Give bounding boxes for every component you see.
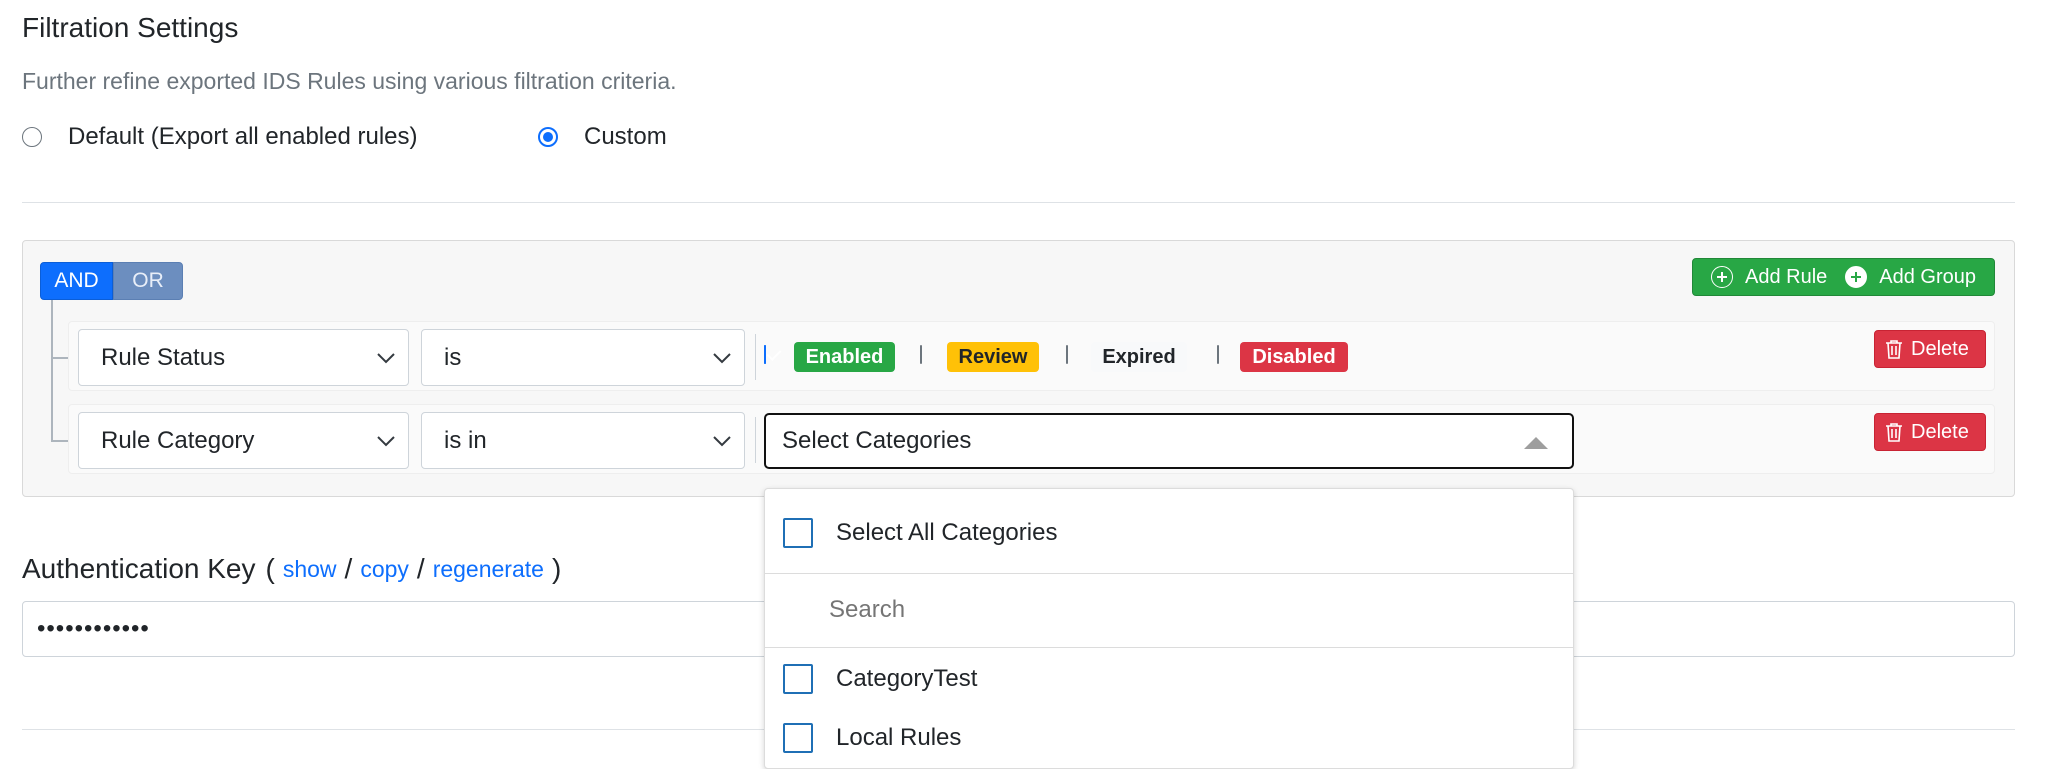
add-group-label: Add Group bbox=[1879, 265, 1977, 288]
conjunction-or-button[interactable]: OR bbox=[113, 262, 183, 300]
add-rule-button[interactable]: Add Rule bbox=[1711, 266, 1827, 289]
select-all-categories-option[interactable]: Select All Categories bbox=[765, 509, 1573, 557]
dropdown-divider bbox=[765, 573, 1573, 574]
tree-connector bbox=[51, 300, 53, 442]
auth-key-heading: Authentication Key ( show / copy / regen… bbox=[22, 553, 561, 585]
radio-default-export[interactable]: Default (Export all enabled rules) bbox=[22, 120, 418, 154]
link-separator: / bbox=[344, 553, 353, 584]
caret-up-icon bbox=[1524, 437, 1548, 449]
add-buttons-group: Add Rule Add Group bbox=[1692, 258, 1995, 296]
tree-connector-branch bbox=[51, 440, 68, 442]
radio-default-label: Default (Export all enabled rules) bbox=[68, 123, 418, 150]
show-key-link[interactable]: show bbox=[283, 556, 337, 583]
category-option-local-rules[interactable]: Local Rules bbox=[765, 714, 1573, 762]
radio-default-indicator[interactable] bbox=[22, 127, 42, 147]
conjunction-and-button[interactable]: AND bbox=[40, 262, 113, 300]
link-separator: / bbox=[416, 553, 425, 584]
category-checkbox[interactable] bbox=[783, 664, 813, 694]
copy-key-link[interactable]: copy bbox=[360, 556, 409, 583]
category-dropdown-menu: Select All Categories Search CategoryTes… bbox=[764, 488, 1574, 769]
rule-field-value: Rule Category bbox=[101, 426, 255, 454]
radio-custom-indicator[interactable] bbox=[538, 127, 558, 147]
radio-custom-export[interactable]: Custom bbox=[538, 120, 667, 154]
status-badge-expired: Expired bbox=[1091, 342, 1187, 372]
delete-rule-button[interactable]: Delete bbox=[1874, 330, 1986, 368]
category-option-categorytest[interactable]: CategoryTest bbox=[765, 655, 1573, 703]
status-badge-enabled: Enabled bbox=[794, 342, 895, 372]
regenerate-key-link[interactable]: regenerate bbox=[433, 556, 544, 583]
category-search-input[interactable]: Search bbox=[765, 575, 1573, 645]
plus-circle-filled-icon bbox=[1845, 266, 1868, 288]
category-option-label: CategoryTest bbox=[836, 665, 978, 692]
tree-connector-branch bbox=[51, 357, 68, 359]
rule-operator-value: is bbox=[444, 343, 462, 371]
status-review-checkbox[interactable] bbox=[920, 345, 922, 364]
value-separator bbox=[755, 417, 756, 463]
chevron-down-icon bbox=[377, 435, 395, 446]
rule-field-select[interactable]: Rule Status bbox=[78, 329, 409, 386]
chevron-down-icon bbox=[713, 435, 731, 446]
rule-operator-select[interactable]: is in bbox=[421, 412, 745, 469]
status-enabled-checkbox[interactable] bbox=[764, 345, 766, 364]
paren-open: ( bbox=[265, 553, 275, 584]
auth-key-label: Authentication Key bbox=[22, 553, 256, 584]
status-badge-disabled: Disabled bbox=[1240, 342, 1348, 372]
trash-icon bbox=[1886, 340, 1902, 359]
radio-custom-label: Custom bbox=[584, 123, 667, 150]
select-all-checkbox[interactable] bbox=[783, 518, 813, 548]
select-all-label: Select All Categories bbox=[836, 519, 1058, 546]
delete-label: Delete bbox=[1911, 420, 1969, 443]
section-divider bbox=[22, 202, 2015, 203]
category-option-label: Local Rules bbox=[836, 724, 962, 751]
delete-label: Delete bbox=[1911, 337, 1969, 360]
chevron-down-icon bbox=[377, 352, 395, 363]
dropdown-divider bbox=[765, 647, 1573, 648]
page-title: Filtration Settings bbox=[22, 12, 239, 43]
category-multiselect[interactable]: Select Categories bbox=[764, 413, 1574, 469]
rule-field-value: Rule Status bbox=[101, 343, 226, 371]
category-select-placeholder: Select Categories bbox=[782, 427, 972, 454]
rule-operator-value: is in bbox=[444, 426, 487, 454]
rule-operator-select[interactable]: is bbox=[421, 329, 745, 386]
auth-key-masked-value: •••••••••••• bbox=[37, 615, 150, 642]
category-search-placeholder: Search bbox=[829, 596, 906, 623]
trash-icon bbox=[1886, 423, 1902, 442]
chevron-down-icon bbox=[713, 352, 731, 363]
rule-field-select[interactable]: Rule Category bbox=[78, 412, 409, 469]
status-disabled-checkbox[interactable] bbox=[1217, 345, 1219, 364]
add-rule-label: Add Rule bbox=[1745, 265, 1828, 288]
category-checkbox[interactable] bbox=[783, 723, 813, 753]
status-badge-review: Review bbox=[947, 342, 1039, 372]
value-separator bbox=[755, 334, 756, 380]
plus-circle-icon bbox=[1711, 266, 1733, 288]
paren-close: ) bbox=[551, 553, 562, 584]
page-subtitle: Further refine exported IDS Rules using … bbox=[22, 68, 677, 94]
add-group-button[interactable]: Add Group bbox=[1845, 266, 1976, 289]
status-expired-checkbox[interactable] bbox=[1066, 345, 1068, 364]
delete-rule-button[interactable]: Delete bbox=[1874, 413, 1986, 451]
